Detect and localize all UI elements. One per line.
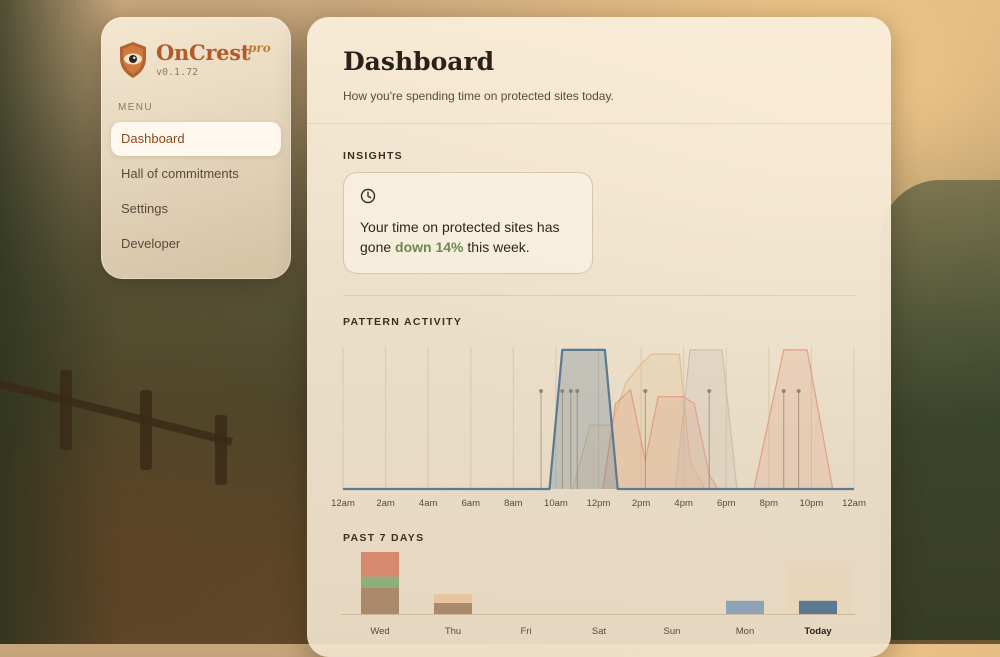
background-fence-post xyxy=(60,370,72,450)
insight-text: Your time on protected sites has gone do… xyxy=(360,217,580,257)
pattern-activity-label: PATTERN ACTIVITY xyxy=(343,316,463,328)
background-fence-post xyxy=(140,390,152,470)
divider xyxy=(343,295,855,296)
x-tick-label: 10pm xyxy=(800,498,824,509)
x-tick-label: 12pm xyxy=(587,498,611,509)
event-marker-dot xyxy=(707,389,712,394)
divider xyxy=(307,123,891,124)
bar-segment xyxy=(361,552,399,577)
event-marker-dot xyxy=(575,389,580,394)
background-hill xyxy=(880,180,1000,640)
menu-label: MENU xyxy=(118,102,154,113)
bar-segment xyxy=(361,576,399,588)
x-tick-label: 8pm xyxy=(760,498,779,509)
day-label: Thu xyxy=(445,626,461,637)
page-subtitle: How you're spending time on protected si… xyxy=(343,89,614,103)
bar-segment xyxy=(361,587,399,614)
x-tick-label: 2am xyxy=(376,498,395,509)
brand-version: v0.1.72 xyxy=(156,67,199,78)
day-label: Sun xyxy=(664,626,681,637)
logo-shield-icon xyxy=(120,42,146,78)
background-fence-post xyxy=(215,415,227,485)
past-7-days-label: PAST 7 DAYS xyxy=(343,532,425,544)
x-tick-label: 8am xyxy=(504,498,523,509)
event-marker-dot xyxy=(568,389,573,394)
series-area xyxy=(753,349,833,489)
sidebar-item-hall-of-commitments[interactable]: Hall of commitments xyxy=(111,157,281,191)
bar-segment xyxy=(726,600,764,614)
x-tick-label: 2pm xyxy=(632,498,651,509)
day-label: Sat xyxy=(592,626,607,637)
insight-highlight: down 14% xyxy=(395,239,464,255)
day-label: Today xyxy=(804,626,832,637)
x-tick-label: 6am xyxy=(462,498,481,509)
day-label: Mon xyxy=(736,626,754,637)
brand-tier-badge: pro xyxy=(248,41,271,55)
pattern-activity-chart: 12am 2am 4am 6am 8am 10am 12pm 2pm 4pm 6pm 8pm 10pm… xyxy=(331,347,866,509)
bar-segment xyxy=(434,594,472,603)
x-tick-label: 12am xyxy=(331,498,355,509)
day-label: Fri xyxy=(520,626,531,637)
sidebar: OnCrest pro v0.1.72 MENU Dashboard Hall … xyxy=(101,17,291,279)
event-marker-dot xyxy=(643,389,648,394)
bar-segment xyxy=(799,600,837,614)
bar-segment xyxy=(434,603,472,614)
insight-card: Your time on protected sites has gone do… xyxy=(343,172,593,274)
insight-text-end: this week. xyxy=(463,239,530,255)
x-tick-label: 6pm xyxy=(717,498,736,509)
x-tick-label: 12am xyxy=(842,498,866,509)
event-marker-dot xyxy=(796,389,801,394)
clock-icon xyxy=(360,188,376,204)
event-marker-dot xyxy=(539,389,544,394)
sidebar-item-developer[interactable]: Developer xyxy=(111,227,281,261)
x-tick-label: 4am xyxy=(419,498,438,509)
main-panel: Dashboard How you're spending time on pr… xyxy=(307,17,891,657)
sidebar-item-settings[interactable]: Settings xyxy=(111,192,281,226)
page-title: Dashboard xyxy=(343,47,495,76)
sidebar-item-dashboard[interactable]: Dashboard xyxy=(111,122,281,156)
event-marker-dot xyxy=(781,389,786,394)
brand-name: OnCrest xyxy=(156,40,251,65)
x-tick-label: 4pm xyxy=(674,498,693,509)
event-marker-dot xyxy=(560,389,565,394)
insights-section-label: INSIGHTS xyxy=(343,150,403,162)
x-tick-label: 10am xyxy=(544,498,568,509)
day-label: Wed xyxy=(370,626,389,637)
past-7-days-chart: Wed Thu Fri Sat Sun Mon Today xyxy=(341,552,855,637)
series-area xyxy=(675,349,737,489)
